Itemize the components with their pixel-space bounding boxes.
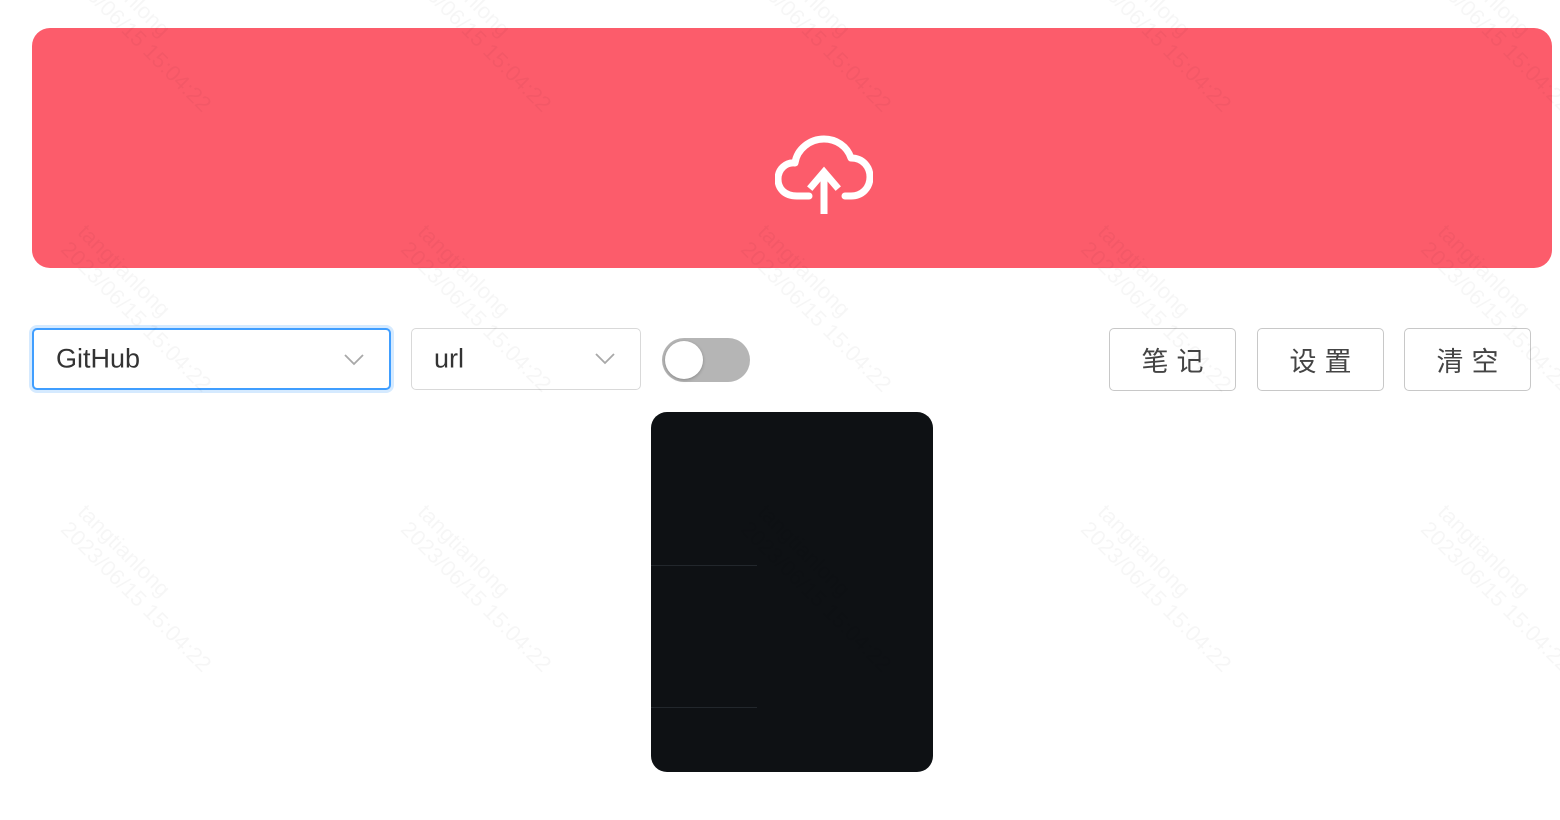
preview-divider xyxy=(651,707,757,708)
upload-dropzone[interactable] xyxy=(32,28,1552,268)
page: GitHub url 笔记 设置 清空 tangtianlong2023/06/… xyxy=(0,0,1560,820)
link-format-select-value: url xyxy=(434,343,465,374)
clear-button[interactable]: 清空 xyxy=(1404,328,1531,391)
preview-divider xyxy=(651,565,757,566)
image-host-select[interactable]: GitHub xyxy=(32,328,391,390)
link-format-select[interactable]: url xyxy=(411,328,641,390)
image-host-select-value: GitHub xyxy=(56,343,141,374)
toggle-knob xyxy=(665,341,703,379)
chevron-down-icon xyxy=(344,354,364,366)
watermark-text: tangtianlong2023/06/15 15:04:22 xyxy=(1076,500,1253,677)
toggle-switch[interactable] xyxy=(662,338,750,382)
watermark-text: tangtianlong2023/06/15 15:04:22 xyxy=(1416,500,1560,677)
notes-button[interactable]: 笔记 xyxy=(1109,328,1236,391)
chevron-down-icon xyxy=(595,353,615,365)
image-preview xyxy=(651,412,933,772)
cloud-upload-icon xyxy=(775,135,873,214)
settings-button[interactable]: 设置 xyxy=(1257,328,1384,391)
watermark-text: tangtianlong2023/06/15 15:04:22 xyxy=(396,500,573,677)
watermark-text: tangtianlong2023/06/15 15:04:22 xyxy=(56,500,233,677)
